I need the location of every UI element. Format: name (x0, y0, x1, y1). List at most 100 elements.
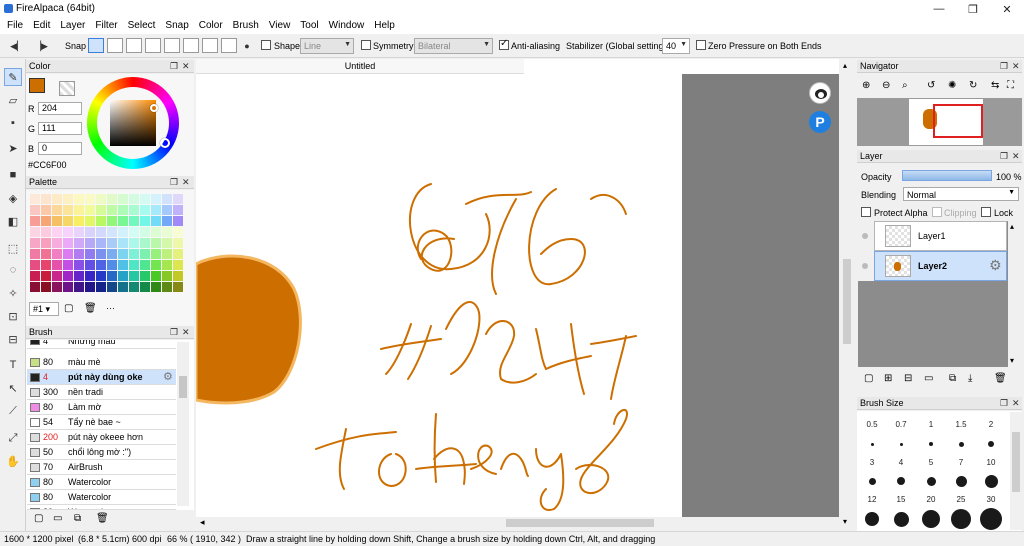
brush-size-option[interactable] (955, 475, 967, 487)
r-input[interactable]: 204 (38, 102, 82, 115)
brush-list-item[interactable]: 80 Watercolor (27, 475, 176, 490)
menu-edit[interactable]: Edit (28, 18, 55, 34)
palette-swatch[interactable] (30, 227, 40, 237)
palette-swatch[interactable] (151, 271, 161, 281)
snap-crisscross-icon[interactable] (126, 38, 142, 53)
undock-icon[interactable]: ❐ (170, 176, 178, 189)
close-panel-icon[interactable]: ✕ (182, 176, 190, 189)
snap-3d-icon[interactable] (221, 38, 237, 53)
palette-swatch[interactable] (74, 238, 84, 248)
shape-select[interactable]: Line ▼ (300, 38, 354, 54)
horizontal-scrollbar[interactable]: ◂ (196, 517, 839, 529)
palette-swatch[interactable] (107, 271, 117, 281)
palette-swatch[interactable] (41, 205, 51, 215)
palette-swatch[interactable] (140, 216, 150, 226)
palette-swatch[interactable] (74, 249, 84, 259)
snap-off-icon[interactable] (88, 38, 104, 53)
palette-swatch[interactable] (129, 238, 139, 248)
palette-swatch[interactable] (52, 227, 62, 237)
vertical-scrollbar[interactable]: ▴ ▾ (839, 59, 855, 531)
primary-color-swatch[interactable] (29, 78, 45, 93)
eyedropper-tool-icon[interactable]: ⤢ (4, 429, 22, 447)
palette-swatch[interactable] (63, 194, 73, 204)
close-panel-icon[interactable]: ✕ (1012, 397, 1020, 410)
palette-swatch[interactable] (107, 227, 117, 237)
menu-help[interactable]: Help (369, 18, 400, 34)
palette-swatch[interactable] (151, 260, 161, 270)
select-eraser-tool-icon[interactable]: ⊟ (4, 330, 22, 348)
brush-size-option[interactable] (897, 477, 905, 485)
fullscreen-icon[interactable]: ⛶ (1007, 80, 1014, 91)
palette-swatch[interactable] (107, 205, 117, 215)
palette-swatch[interactable] (41, 227, 51, 237)
palette-swatch[interactable] (52, 216, 62, 226)
close-panel-icon[interactable]: ✕ (1012, 150, 1020, 163)
palette-swatch[interactable] (140, 249, 150, 259)
palette-swatch[interactable] (173, 216, 183, 226)
palette-swatch[interactable] (107, 260, 117, 270)
palette-swatch[interactable] (41, 238, 51, 248)
palette-swatch[interactable] (173, 238, 183, 248)
new-folder-icon[interactable]: ▭ (924, 373, 933, 384)
menu-select[interactable]: Select (123, 18, 161, 34)
opacity-slider[interactable] (902, 170, 992, 181)
palette-swatch[interactable] (85, 194, 95, 204)
trash-icon[interactable]: 🗑 (84, 303, 97, 314)
scroll-down-icon[interactable]: ▾ (843, 517, 847, 526)
palette-swatch[interactable] (140, 260, 150, 270)
undock-icon[interactable]: ❐ (170, 326, 178, 339)
folder-icon[interactable]: ▭ (53, 513, 62, 524)
palette-swatch[interactable] (41, 271, 51, 281)
palette-swatch[interactable] (140, 238, 150, 248)
gradient-tool-icon[interactable]: ◧ (4, 212, 22, 230)
palette-swatch[interactable] (173, 249, 183, 259)
scroll-down-icon[interactable]: ▾ (1010, 356, 1014, 365)
lasso-tool-icon[interactable]: ◌ (4, 261, 22, 279)
move-tool-icon[interactable]: ➤ (4, 139, 22, 157)
palette-swatch[interactable] (118, 282, 128, 292)
brush-size-option[interactable] (929, 442, 933, 446)
close-panel-icon[interactable]: ✕ (1012, 60, 1020, 73)
close-panel-icon[interactable]: ✕ (182, 326, 190, 339)
undock-icon[interactable]: ❐ (170, 60, 178, 73)
hue-picker-handle[interactable] (160, 138, 170, 148)
palette-swatch[interactable] (63, 271, 73, 281)
scroll-up-icon[interactable]: ▴ (1010, 222, 1014, 231)
palette-swatch[interactable] (85, 205, 95, 215)
brush-size-option[interactable] (958, 441, 964, 447)
palette-swatch[interactable] (173, 205, 183, 215)
palette-swatch[interactable] (140, 282, 150, 292)
antialias-checkbox[interactable] (499, 38, 509, 50)
palette-swatch[interactable] (162, 282, 172, 292)
duplicate-layer-icon[interactable]: ⧉ (949, 373, 956, 384)
palette-swatch[interactable] (96, 249, 106, 259)
palette-swatch[interactable] (63, 238, 73, 248)
palette-swatch[interactable] (41, 194, 51, 204)
palette-swatch[interactable] (74, 271, 84, 281)
palette-swatch[interactable] (107, 194, 117, 204)
secondary-color-swatch[interactable] (59, 81, 75, 96)
palette-swatch[interactable] (41, 249, 51, 259)
palette-swatch[interactable] (129, 282, 139, 292)
palette-swatch[interactable] (74, 194, 84, 204)
palette-swatch[interactable] (151, 249, 161, 259)
palette-swatch[interactable] (96, 216, 106, 226)
palette-swatch[interactable] (140, 227, 150, 237)
palette-swatch[interactable] (162, 271, 172, 281)
palette-swatch[interactable] (129, 260, 139, 270)
palette-swatch[interactable] (41, 216, 51, 226)
magic-wand-tool-icon[interactable]: ✧ (4, 284, 22, 302)
brush-list-item[interactable]: 200 pút này okeee hơn (27, 430, 176, 445)
shape-checkbox[interactable] (261, 40, 271, 50)
rotate-left-icon[interactable]: ↺ (927, 80, 935, 91)
palette-swatch[interactable] (118, 194, 128, 204)
snap-curve-icon[interactable] (202, 38, 218, 53)
brush-list-item[interactable]: 80 Làm mờ (27, 400, 176, 415)
palette-swatch[interactable] (63, 282, 73, 292)
hand-tool-icon[interactable]: ✋ (4, 452, 22, 470)
undock-icon[interactable]: ❐ (1000, 397, 1008, 410)
palette-swatch[interactable] (74, 205, 84, 215)
palette-swatch[interactable] (162, 205, 172, 215)
pen-tool-icon[interactable]: ✎ (4, 68, 22, 86)
palette-swatch[interactable] (118, 238, 128, 248)
